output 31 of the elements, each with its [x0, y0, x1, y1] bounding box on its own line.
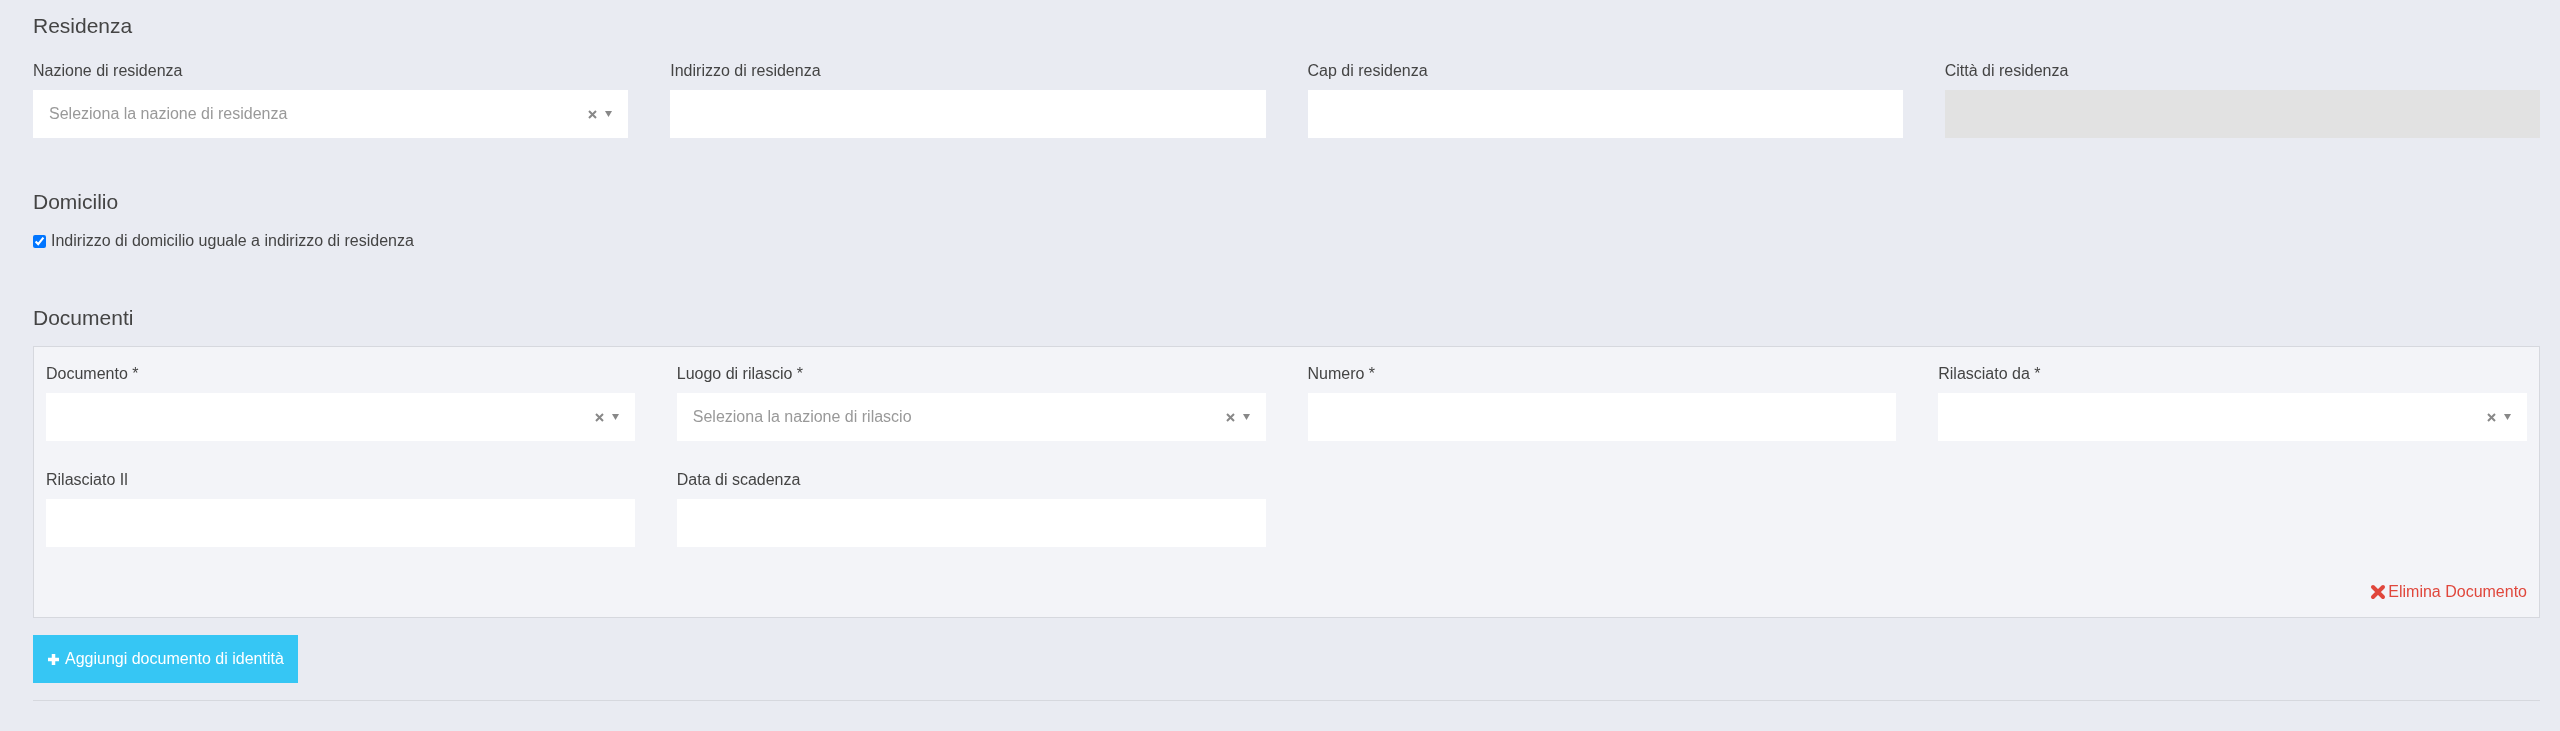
- select-field[interactable]: Seleziona la nazione di rilascio: [676, 393, 1266, 441]
- select-field[interactable]: Seleziona la nazione di residenza: [33, 90, 629, 138]
- plus-icon: [47, 652, 60, 666]
- field-label: Data di scadenza: [676, 471, 802, 489]
- caret-icon[interactable]: [611, 414, 619, 420]
- clear-icon[interactable]: [2487, 412, 2496, 422]
- close-icon: [2370, 584, 2387, 600]
- select-field[interactable]: [46, 393, 635, 441]
- clear-icon[interactable]: [1225, 412, 1235, 422]
- section-title: Domicilio: [33, 190, 120, 214]
- section-title: Residenza: [33, 14, 134, 38]
- field-label: Indirizzo di residenza: [670, 62, 822, 80]
- clear-icon[interactable]: [588, 109, 598, 119]
- field-label: Numero *: [1307, 365, 1377, 383]
- checkbox[interactable]: [33, 234, 46, 248]
- field-label: Città di residenza: [1944, 62, 2070, 80]
- caret-icon[interactable]: [2504, 414, 2511, 420]
- clear-icon[interactable]: [594, 412, 604, 422]
- checkbox-label: Indirizzo di domicilio uguale a indirizzo di residenza: [51, 232, 414, 250]
- caret-icon[interactable]: [605, 111, 613, 117]
- section-title: Documenti: [33, 306, 135, 330]
- field-label: Luogo di rilascio *: [676, 365, 805, 383]
- field-label: Nazione di residenza: [33, 62, 184, 80]
- field-label: Documento *: [46, 365, 140, 383]
- add-document-button[interactable]: Aggiungi documento di identità: [33, 635, 298, 683]
- caret-icon[interactable]: [1242, 414, 1250, 420]
- field-label: Cap di residenza: [1307, 62, 1429, 80]
- field-label: Rilasciato da *: [1938, 365, 2042, 383]
- delete-document-link[interactable]: Elimina Documento: [2370, 583, 2527, 601]
- select-field[interactable]: [1938, 393, 2527, 441]
- field-label: Rilasciato Il: [46, 471, 129, 489]
